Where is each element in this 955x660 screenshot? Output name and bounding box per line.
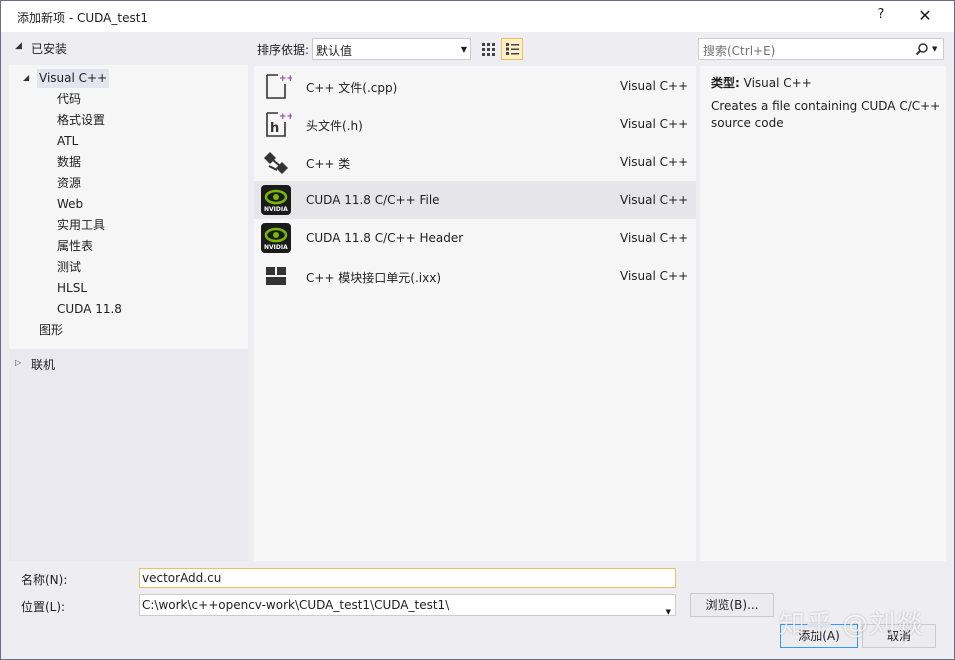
svg-text:++: ++ xyxy=(279,112,292,122)
template-list: ++ C++ 文件(.cpp) Visual C++ ++ h 头文件(.h) … xyxy=(254,66,696,561)
tree-item-resource[interactable]: 资源 xyxy=(57,174,81,193)
browse-button[interactable]: 浏览(B)... xyxy=(690,593,774,617)
collapse-triangle-icon: ◢ xyxy=(15,41,22,51)
nvidia-icon: NVIDIA xyxy=(261,185,291,215)
template-category: Visual C++ xyxy=(620,231,689,245)
cpp-file-icon: ++ xyxy=(266,74,292,99)
header-file-icon: ++ h xyxy=(266,112,292,137)
details-panel: 类型: Visual C++ Creates a file containing… xyxy=(700,66,946,561)
template-category: Visual C++ xyxy=(620,155,689,169)
list-item[interactable]: C++ 模块接口单元(.ixx) Visual C++ xyxy=(254,257,696,295)
tree-item-formatting[interactable]: 格式设置 xyxy=(57,111,105,130)
expand-triangle-icon: ▷ xyxy=(15,358,22,367)
svg-text:++: ++ xyxy=(279,74,292,84)
tree-item-data[interactable]: 数据 xyxy=(57,153,81,172)
template-name: C++ 类 xyxy=(306,157,351,171)
list-item[interactable]: NVIDIA CUDA 11.8 C/C++ Header Visual C++ xyxy=(254,219,696,257)
module-icon xyxy=(266,267,286,285)
search-placeholder: 搜索(Ctrl+E) xyxy=(703,44,776,58)
tree-item-utility[interactable]: 实用工具 xyxy=(57,216,105,235)
template-category: Visual C++ xyxy=(620,79,689,93)
template-name: CUDA 11.8 C/C++ File xyxy=(306,193,440,207)
template-description: Creates a file containing CUDA C/C++ sou… xyxy=(711,99,941,130)
tree-item-atl[interactable]: ATL xyxy=(57,132,78,151)
nvidia-icon: NVIDIA xyxy=(261,223,291,253)
type-line: 类型: Visual C++ xyxy=(711,74,812,91)
chevron-down-icon[interactable]: ▼ xyxy=(932,45,937,53)
tree-item-cuda[interactable]: CUDA 11.8 xyxy=(57,300,122,319)
sort-value: 默认值 xyxy=(316,44,353,58)
close-button[interactable]: ✕ xyxy=(913,5,937,27)
tree-item-visual-cpp[interactable]: Visual C++ xyxy=(37,69,110,88)
chevron-down-icon[interactable]: ▼ xyxy=(666,602,671,622)
grid-view-button[interactable] xyxy=(477,38,499,60)
add-new-item-dialog: 添加新项 - CUDA_test1 ? ✕ ◢ 已安装 ◢ Visual C++… xyxy=(0,0,955,660)
grid-view-icon xyxy=(482,43,495,56)
online-label: 联机 xyxy=(31,358,56,372)
location-value: C:\work\c++opencv-work\CUDA_test1\CUDA_t… xyxy=(142,598,450,612)
tree-item-web[interactable]: Web xyxy=(57,195,83,214)
class-icon xyxy=(264,152,288,174)
sort-dropdown[interactable]: 默认值 ▼ xyxy=(312,38,471,60)
tree-item-graphics[interactable]: 图形 xyxy=(39,321,63,340)
type-value: Visual C++ xyxy=(743,76,812,90)
tree-item-code[interactable]: 代码 xyxy=(57,90,81,109)
search-icon[interactable] xyxy=(915,42,929,56)
tree-item-hlsl[interactable]: HLSL xyxy=(57,279,87,298)
name-field[interactable]: vectorAdd.cu xyxy=(139,568,676,588)
sort-label: 排序依据: xyxy=(257,43,310,57)
template-category: Visual C++ xyxy=(620,193,689,207)
search-box[interactable]: 搜索(Ctrl+E) ▼ xyxy=(698,38,944,60)
template-name: C++ 文件(.cpp) xyxy=(306,81,398,95)
watermark: 知乎 @刘燚 xyxy=(779,610,924,640)
installed-label: 已安装 xyxy=(31,42,68,56)
svg-text:h: h xyxy=(270,121,279,136)
list-item[interactable]: ++ h 头文件(.h) Visual C++ xyxy=(254,105,696,143)
tree-item-test[interactable]: 测试 xyxy=(57,258,81,277)
chevron-down-icon: ▼ xyxy=(460,45,467,54)
template-name: 头文件(.h) xyxy=(306,119,363,133)
list-item[interactable]: NVIDIA CUDA 11.8 C/C++ File Visual C++ xyxy=(254,181,696,219)
location-label: 位置(L): xyxy=(21,600,66,614)
left-panel-lower xyxy=(9,349,248,561)
category-tree: ◢ Visual C++ 代码 格式设置 ATL 数据 资源 Web 实用工具 … xyxy=(9,65,248,349)
tree-item-property-sheets[interactable]: 属性表 xyxy=(57,237,93,256)
list-view-icon xyxy=(506,43,519,55)
svg-text:NVIDIA: NVIDIA xyxy=(264,206,288,213)
template-name: C++ 模块接口单元(.ixx) xyxy=(306,271,442,285)
list-view-button[interactable] xyxy=(501,38,523,60)
window-title: 添加新项 - CUDA_test1 xyxy=(17,11,149,25)
template-category: Visual C++ xyxy=(620,117,689,131)
svg-text:NVIDIA: NVIDIA xyxy=(264,244,288,251)
help-button[interactable]: ? xyxy=(873,7,889,25)
list-item[interactable]: ++ C++ 文件(.cpp) Visual C++ xyxy=(254,67,696,105)
name-label: 名称(N): xyxy=(21,573,68,587)
title-bar: 添加新项 - CUDA_test1 ? ✕ xyxy=(1,1,954,32)
type-label: 类型: xyxy=(711,76,740,90)
template-category: Visual C++ xyxy=(620,269,689,283)
location-field[interactable]: C:\work\c++opencv-work\CUDA_test1\CUDA_t… xyxy=(139,594,676,616)
template-name: CUDA 11.8 C/C++ Header xyxy=(306,231,464,245)
expand-triangle-icon[interactable]: ◢ xyxy=(23,73,29,82)
list-item[interactable]: C++ 类 Visual C++ xyxy=(254,143,696,181)
